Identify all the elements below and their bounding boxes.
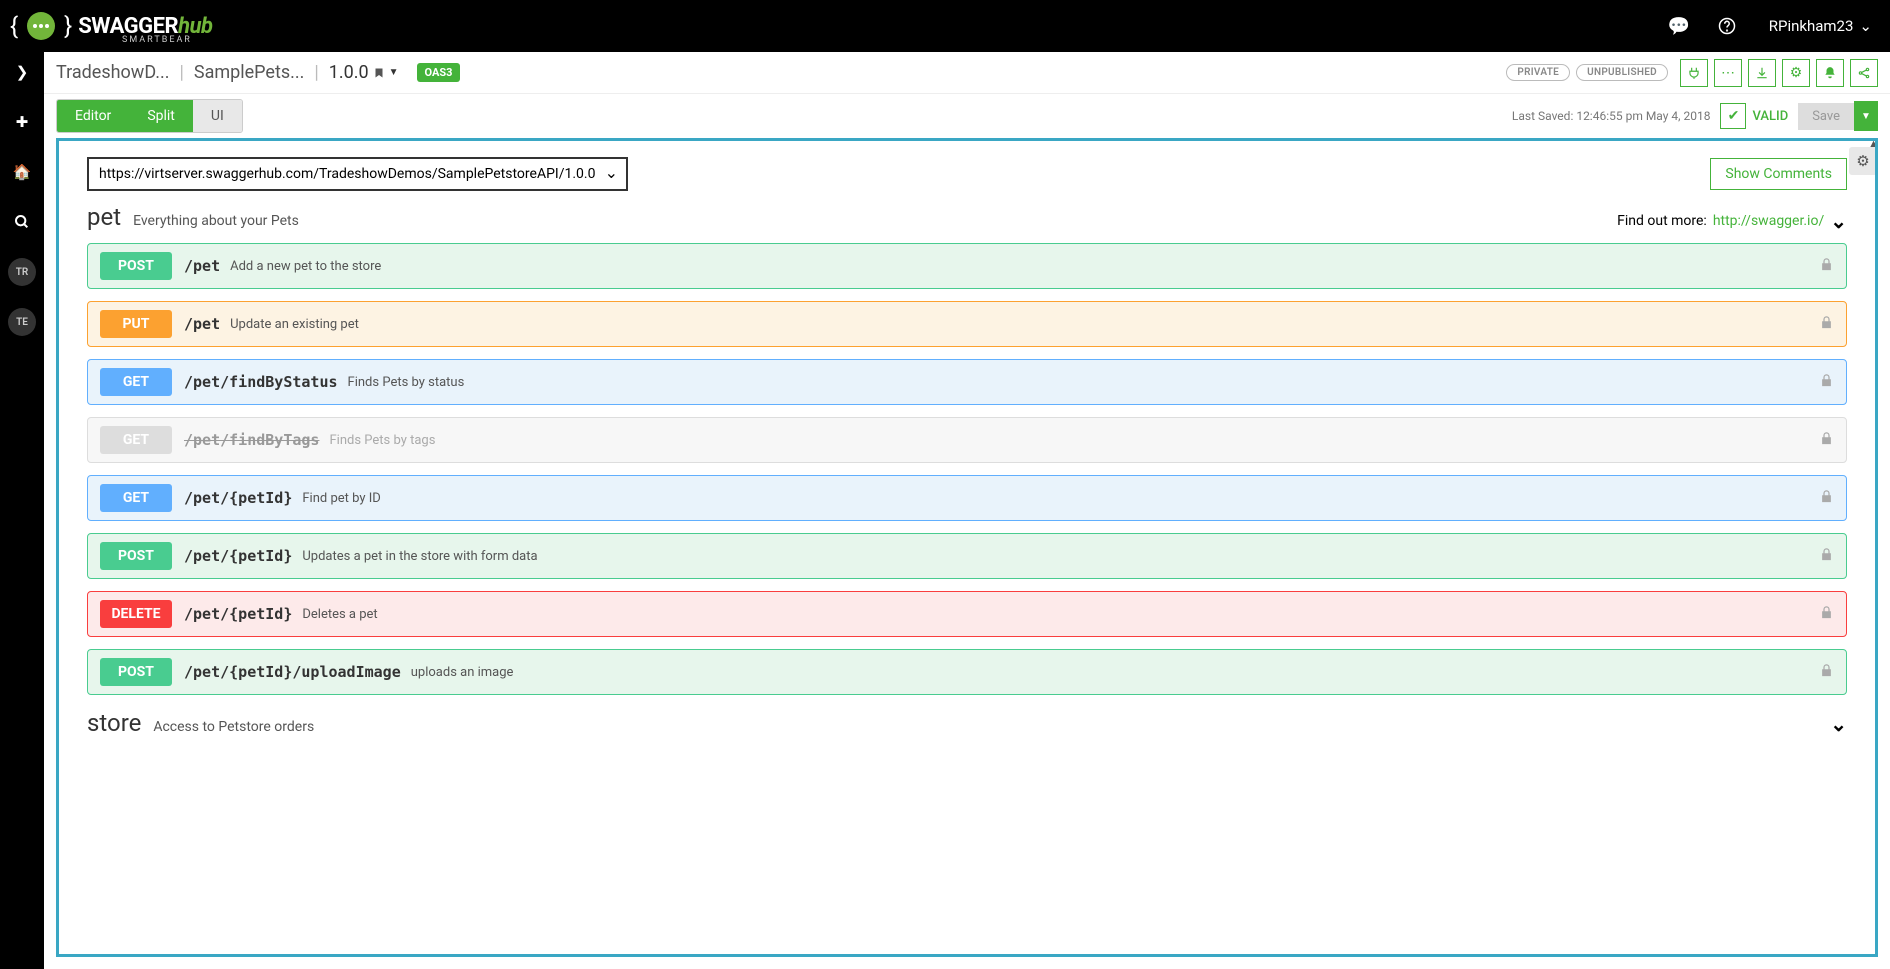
lock-icon[interactable] (1819, 373, 1834, 392)
method-badge: GET (100, 368, 172, 396)
download-icon[interactable] (1748, 59, 1776, 87)
bell-icon[interactable] (1816, 59, 1844, 87)
method-badge: PUT (100, 310, 172, 338)
operation-row[interactable]: GET/pet/findByStatus Finds Pets by status (87, 359, 1847, 405)
chevron-down-icon: ⌄ (1859, 17, 1872, 35)
tag-desc: Everything about your Pets (133, 213, 299, 229)
operation-row[interactable]: POST/pet/{petId} Updates a pet in the sto… (87, 533, 1847, 579)
lock-icon[interactable] (1819, 489, 1834, 508)
lock-icon[interactable] (1819, 257, 1834, 276)
operation-row[interactable]: PUT/pet Update an existing pet (87, 301, 1847, 347)
user-menu[interactable]: RPinkham23 ⌄ (1769, 17, 1872, 35)
external-docs-link[interactable]: http://swagger.io/ (1713, 213, 1824, 229)
oas-badge: OAS3 (417, 63, 461, 82)
show-comments-button[interactable]: Show Comments (1710, 158, 1847, 190)
lock-icon[interactable] (1819, 431, 1834, 450)
server-select[interactable]: https://virtserver.swaggerhub.com/Trades… (87, 157, 628, 191)
tag-name: pet (87, 203, 121, 231)
user-name: RPinkham23 (1769, 17, 1854, 35)
brand-subtitle: SMARTBEAR (122, 35, 192, 45)
operation-path: /pet (184, 315, 220, 333)
add-icon[interactable]: ✚ (8, 108, 36, 136)
operation-path: /pet/{petId} (184, 547, 292, 565)
method-badge: POST (100, 658, 172, 686)
last-saved: Last Saved: 12:46:55 pm May 4, 2018 (1512, 109, 1711, 123)
version-selector[interactable]: 1.0.0 ▼ (329, 62, 399, 83)
valid-label: VALID (1752, 109, 1788, 124)
tab-ui[interactable]: UI (193, 100, 242, 132)
method-badge: GET (100, 426, 172, 454)
operation-summary: Find pet by ID (302, 491, 380, 506)
save-dropdown[interactable]: ▼ (1854, 101, 1878, 131)
operation-summary: Add a new pet to the store (230, 259, 381, 274)
operation-summary: Update an existing pet (230, 317, 359, 332)
valid-check-icon[interactable]: ✔ (1720, 103, 1746, 129)
find-out-more-label: Find out more: (1617, 213, 1707, 229)
lock-icon[interactable] (1819, 605, 1834, 624)
operation-path: /pet (184, 257, 220, 275)
view-tabs-row: Editor Split UI Last Saved: 12:46:55 pm … (44, 94, 1890, 138)
operation-summary: Finds Pets by tags (329, 433, 435, 448)
tag-pet-header[interactable]: pet Everything about your Pets Find out … (87, 203, 1847, 233)
more-icon[interactable]: ⋯ (1714, 59, 1742, 87)
breadcrumb-api[interactable]: SamplePets... (194, 62, 305, 83)
view-tabs: Editor Split UI (56, 99, 243, 133)
panel-gear-icon[interactable]: ⚙ (1849, 147, 1877, 175)
tab-editor[interactable]: Editor (57, 100, 129, 132)
expand-icon[interactable]: ❯ (8, 58, 36, 86)
search-icon[interactable] (8, 208, 36, 236)
chevron-down-icon[interactable]: ⌄ (1830, 712, 1847, 736)
org-badge-te[interactable]: TE (8, 308, 36, 336)
lock-icon[interactable] (1819, 547, 1834, 566)
tag-name: store (87, 709, 141, 737)
operation-summary: uploads an image (411, 665, 514, 680)
operation-row[interactable]: POST/pet Add a new pet to the store (87, 243, 1847, 289)
operation-summary: Updates a pet in the store with form dat… (302, 549, 537, 564)
operation-summary: Deletes a pet (302, 607, 377, 622)
breadcrumb-sep: | (314, 62, 318, 83)
chat-icon[interactable]: 💬 (1661, 8, 1697, 44)
lock-icon[interactable] (1819, 663, 1834, 682)
tag-desc: Access to Petstore orders (153, 719, 314, 735)
chevron-down-icon[interactable]: ⌄ (1830, 209, 1847, 233)
breadcrumb-org[interactable]: TradeshowD... (56, 62, 169, 83)
save-button: Save (1798, 103, 1854, 130)
left-sidebar: ❯ ✚ 🏠 TR TE (0, 0, 44, 969)
bookmark-icon (373, 67, 385, 79)
operation-path: /pet/{petId}/uploadImage (184, 663, 401, 681)
topbar: { } SWAGGERhub SMARTBEAR 💬 RPinkham23 ⌄ (44, 0, 1890, 52)
caret-down-icon: ▼ (389, 67, 399, 78)
operation-row[interactable]: DELETE/pet/{petId} Deletes a pet (87, 591, 1847, 637)
plug-icon[interactable] (1680, 59, 1708, 87)
operation-path: /pet/findByStatus (184, 373, 338, 391)
tab-split[interactable]: Split (129, 100, 193, 132)
version-label: 1.0.0 (329, 62, 369, 83)
home-icon[interactable]: 🏠 (8, 158, 36, 186)
operation-row[interactable]: GET/pet/{petId} Find pet by ID (87, 475, 1847, 521)
gear-icon[interactable]: ⚙ (1782, 59, 1810, 87)
method-badge: POST (100, 252, 172, 280)
unpublished-pill[interactable]: UNPUBLISHED (1576, 64, 1668, 81)
help-icon[interactable] (1709, 8, 1745, 44)
method-badge: GET (100, 484, 172, 512)
org-badge-tr[interactable]: TR (8, 258, 36, 286)
operation-row[interactable]: GET/pet/findByTags Finds Pets by tags (87, 417, 1847, 463)
operation-path: /pet/findByTags (184, 431, 319, 449)
private-pill[interactable]: PRIVATE (1506, 64, 1570, 81)
breadcrumb-row: TradeshowD... | SamplePets... | 1.0.0 ▼ … (44, 52, 1890, 94)
tag-store-header[interactable]: store Access to Petstore orders ⌄ (87, 709, 1847, 737)
operation-row[interactable]: POST/pet/{petId}/uploadImage uploads an i… (87, 649, 1847, 695)
breadcrumb-sep: | (179, 62, 183, 83)
operation-path: /pet/{petId} (184, 489, 292, 507)
operation-summary: Finds Pets by status (348, 375, 465, 390)
method-badge: POST (100, 542, 172, 570)
swagger-panel: ▲ ⚙ https://virtserver.swaggerhub.com/Tr… (56, 138, 1878, 957)
share-icon[interactable] (1850, 59, 1878, 87)
operation-path: /pet/{petId} (184, 605, 292, 623)
lock-icon[interactable] (1819, 315, 1834, 334)
method-badge: DELETE (100, 600, 172, 628)
